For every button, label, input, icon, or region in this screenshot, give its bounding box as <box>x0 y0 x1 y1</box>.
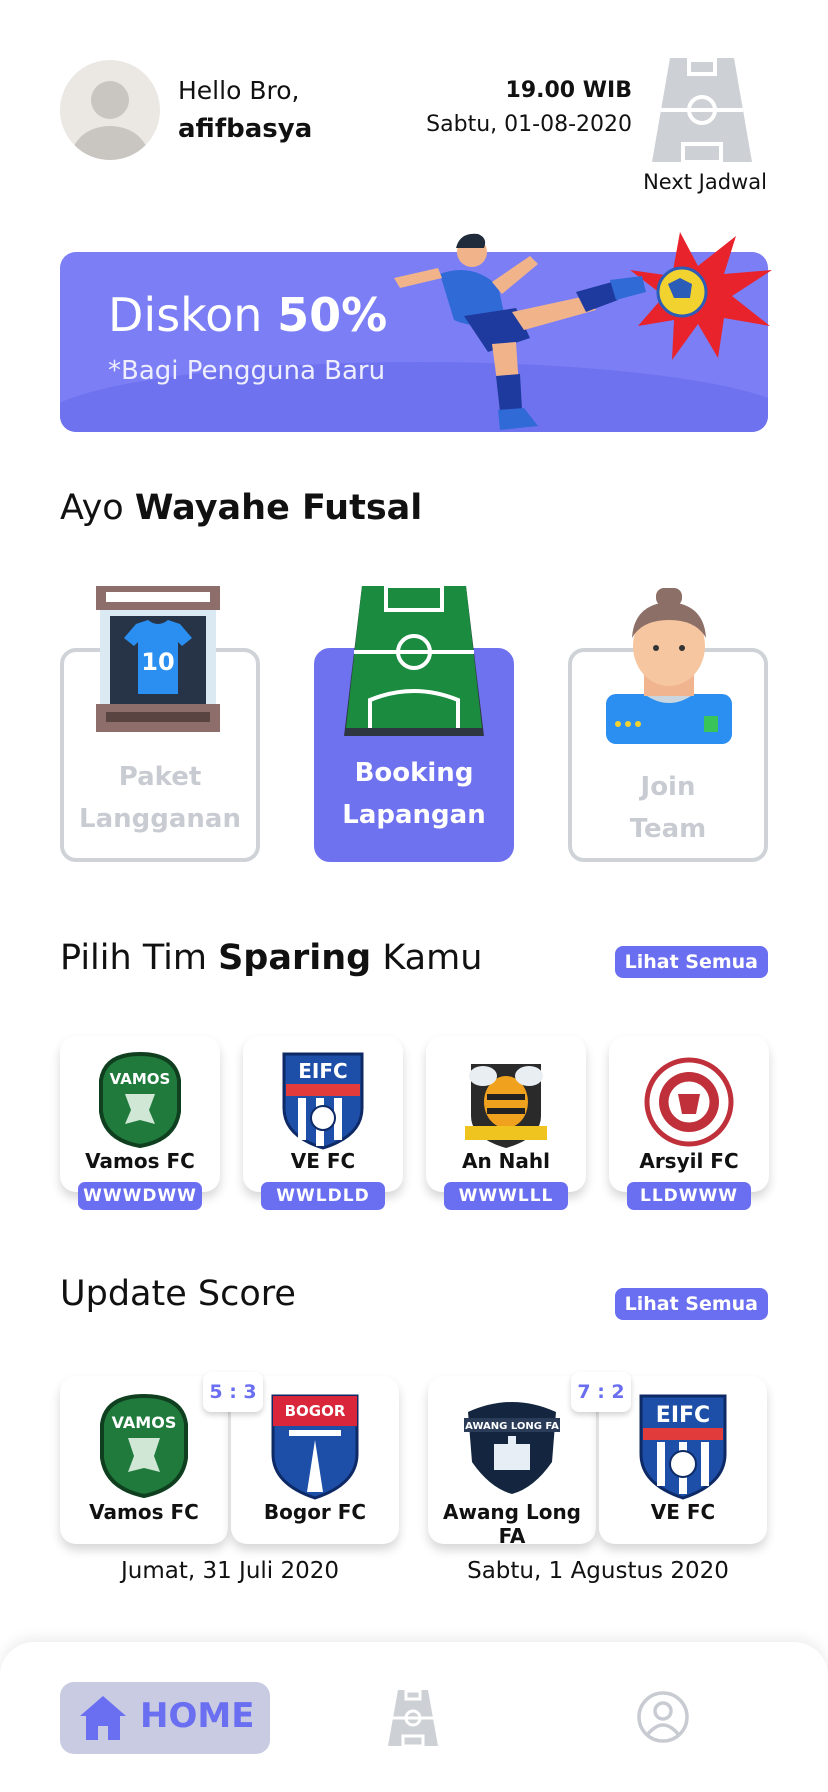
jersey-frame-icon: 10 <box>96 586 220 732</box>
team-name: An Nahl <box>461 1149 550 1173</box>
vamos-logo: VAMOS <box>99 1051 181 1149</box>
menu-label-line2: Lapangan <box>342 800 486 830</box>
team-form-badge: LLDWWW <box>627 1182 751 1210</box>
match-date: Jumat, 31 Juli 2020 <box>120 1558 340 1584</box>
team-card[interactable]: VAMOS Vamos FC <box>60 1036 220 1192</box>
match-home-name: Awang Long FA <box>442 1500 581 1548</box>
team-name: VE FC <box>290 1149 356 1173</box>
score-see-all-button[interactable]: Lihat Semua <box>614 1288 768 1320</box>
match-away-name: VE FC <box>650 1500 716 1524</box>
menu-label-line1: Booking <box>354 758 474 788</box>
home-icon <box>80 1696 126 1740</box>
score-section-title: Update Score <box>60 1274 296 1314</box>
awanglong-logo: AWANG LONG FA <box>464 1402 560 1494</box>
svg-text:BOGOR: BOGOR <box>285 1402 346 1420</box>
team-form-badge: WWWDWW <box>78 1182 202 1210</box>
match-score-badge: 5 : 3 <box>203 1372 263 1412</box>
annahl-logo <box>465 1064 547 1148</box>
nav-field-icon[interactable] <box>388 1690 438 1746</box>
username-text: afifbasya <box>178 114 313 144</box>
sparing-see-all-button[interactable]: Lihat Semua <box>614 946 768 978</box>
banner-subtitle: *Bagi Pengguna Baru <box>108 356 386 386</box>
banner-title: Diskon 50% <box>108 288 388 342</box>
team-card[interactable]: Arsyil FC <box>609 1036 769 1192</box>
team-card[interactable]: An Nahl <box>426 1036 586 1192</box>
menu-label-line2: Team <box>629 814 707 844</box>
avatar[interactable] <box>60 60 160 160</box>
schedule-time: 19.00 WIB <box>505 78 632 103</box>
menu-label-line1: Join <box>640 772 696 802</box>
player-icon <box>606 588 732 744</box>
eifc-logo: EIFC <box>282 1052 364 1150</box>
bottom-navigation: HOME <box>0 1642 828 1792</box>
soccer-player-illustration <box>394 232 772 430</box>
user-silhouette-icon <box>72 81 148 160</box>
match-date: Sabtu, 1 Agustus 2020 <box>467 1558 729 1584</box>
svg-text:AWANG LONG FA: AWANG LONG FA <box>465 1421 559 1432</box>
menu-section-title: Ayo Wayahe Futsal <box>60 488 423 528</box>
eifc-logo: EIFC <box>639 1394 727 1500</box>
team-form-badge: WWLDLD <box>261 1182 385 1210</box>
nav-profile-icon[interactable] <box>636 1690 690 1744</box>
next-schedule-field-icon[interactable] <box>652 58 752 162</box>
schedule-date: Sabtu, 01-08-2020 <box>426 112 632 137</box>
nav-home-button[interactable]: HOME <box>60 1682 270 1754</box>
team-name: Vamos FC <box>85 1149 195 1173</box>
team-name: Arsyil FC <box>639 1149 739 1173</box>
match-away-name: Bogor FC <box>263 1500 367 1524</box>
svg-text:VAMOS: VAMOS <box>112 1413 177 1432</box>
menu-label-line1: Paket <box>118 762 202 792</box>
arsyil-logo <box>644 1057 734 1147</box>
match-score-badge: 7 : 2 <box>571 1372 631 1412</box>
menu-label-line2: Langganan <box>79 804 241 834</box>
futsal-field-icon <box>344 586 484 736</box>
team-form-badge: WWWLLL <box>444 1182 568 1210</box>
svg-text:EIFC: EIFC <box>298 1059 347 1083</box>
match-home-name: Vamos FC <box>89 1500 199 1524</box>
vamos-logo: VAMOS <box>100 1393 188 1499</box>
greeting-text: Hello Bro, <box>178 76 300 105</box>
bogor-logo: BOGOR <box>271 1394 359 1500</box>
svg-text:EIFC: EIFC <box>656 1403 710 1428</box>
sparing-section-title: Pilih Tim Sparing Kamu <box>60 938 483 978</box>
svg-text:VAMOS: VAMOS <box>110 1070 171 1088</box>
team-card[interactable]: EIFC VE FC <box>243 1036 403 1192</box>
next-schedule-label[interactable]: Next Jadwal <box>630 170 780 194</box>
svg-text:10: 10 <box>141 648 174 676</box>
nav-home-label: HOME <box>140 1696 255 1736</box>
